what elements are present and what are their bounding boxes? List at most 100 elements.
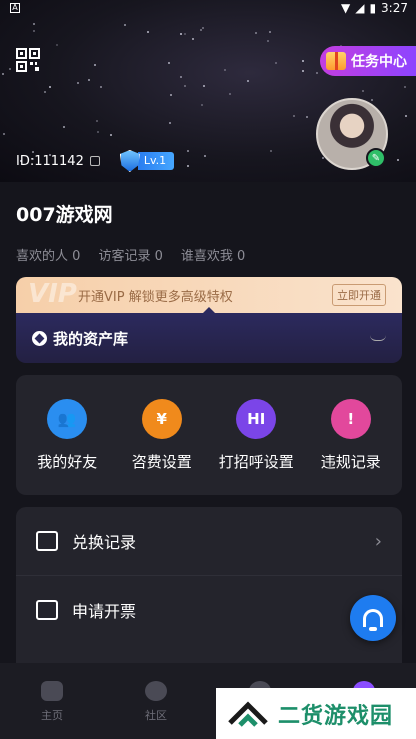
- star-decoration: [267, 40, 269, 42]
- star-decoration: [405, 115, 407, 117]
- vip-promo-text: 开通VIP 解锁更多高级特权: [78, 289, 233, 305]
- level-badge[interactable]: Lv.1: [119, 150, 175, 172]
- vip-open-button[interactable]: 立即开通: [332, 284, 386, 306]
- stat-liked-me[interactable]: 谁喜欢我 0: [181, 245, 245, 264]
- star-decoration: [269, 31, 271, 33]
- wifi-icon: ▼: [340, 1, 351, 15]
- list-item-label: 申请开票: [72, 601, 137, 621]
- star-decoration: [187, 150, 189, 152]
- star-decoration: [404, 86, 406, 88]
- shield-icon: [119, 150, 140, 172]
- invoice-icon: [36, 599, 58, 620]
- list-item-invoice[interactable]: 申请开票: [16, 575, 402, 643]
- star-decoration: [201, 104, 203, 106]
- edit-avatar-icon[interactable]: ✎: [366, 148, 386, 168]
- star-decoration: [302, 60, 304, 62]
- home-icon: [41, 681, 63, 701]
- star-decoration: [316, 72, 318, 74]
- friends-icon: 👥: [47, 398, 88, 439]
- star-decoration: [56, 44, 58, 46]
- star-decoration: [88, 79, 90, 81]
- star-decoration: [293, 115, 295, 117]
- star-decoration: [184, 33, 186, 35]
- headset-icon: [363, 609, 383, 631]
- grid-item-friends[interactable]: 👥 我的好友: [22, 398, 112, 472]
- user-id: ID:111142: [16, 153, 84, 169]
- star-decoration: [397, 159, 399, 161]
- tab-label: 社区: [145, 709, 167, 722]
- clock: 3:27: [381, 1, 408, 15]
- star-decoration: [180, 33, 182, 35]
- star-decoration: [184, 85, 186, 87]
- star-decoration: [100, 86, 102, 88]
- star-decoration: [77, 82, 79, 84]
- star-decoration: [192, 38, 194, 40]
- star-decoration: [180, 76, 182, 78]
- greeting-icon: HI: [236, 398, 277, 439]
- signal-icon: ◢: [355, 1, 365, 15]
- grid-item-fee-settings[interactable]: ¥ 咨费设置: [117, 398, 207, 472]
- task-center-button[interactable]: 任务中心: [320, 46, 416, 76]
- star-decoration: [255, 32, 257, 34]
- star-decoration: [247, 80, 249, 82]
- planet-icon: [145, 681, 167, 701]
- star-decoration: [33, 30, 35, 32]
- list-item-label: 兑换记录: [72, 533, 137, 552]
- list-item-exchange-records[interactable]: 兑换记录 ›: [16, 507, 402, 575]
- star-decoration: [203, 85, 205, 87]
- level-label: Lv.1: [137, 152, 175, 170]
- violation-icon: !: [330, 398, 371, 439]
- stat-visitors[interactable]: 访客记录 0: [98, 245, 162, 264]
- star-decoration: [49, 86, 51, 88]
- star-decoration: [200, 29, 202, 31]
- star-decoration: [187, 165, 189, 167]
- profile-stats: 喜欢的人 0 访客记录 0 谁喜欢我 0: [16, 245, 245, 264]
- status-bar: A ▼ ◢ ▮ 3:27: [0, 0, 416, 16]
- exchange-icon: [36, 531, 58, 551]
- watermark-logo-icon: [228, 700, 268, 727]
- asset-library-label: 我的资产库: [53, 329, 129, 348]
- star-decoration: [204, 155, 206, 157]
- battery-icon: ▮: [369, 1, 377, 15]
- star-decoration: [44, 91, 46, 93]
- username: 007游戏网: [16, 204, 113, 226]
- star-decoration: [169, 122, 171, 124]
- qr-code-icon[interactable]: [16, 48, 40, 72]
- tab-home[interactable]: 主页: [0, 663, 104, 739]
- star-decoration: [302, 70, 304, 72]
- user-id-row: ID:111142 Lv.1: [16, 150, 175, 172]
- watermark-text: 二货游戏园: [278, 703, 394, 729]
- grid-item-label: 我的好友: [37, 452, 98, 471]
- star-decoration: [96, 120, 98, 122]
- copy-icon[interactable]: [89, 156, 100, 166]
- star-decoration: [270, 150, 272, 152]
- grid-item-greeting-settings[interactable]: HI 打招呼设置: [211, 398, 301, 472]
- gift-icon: [326, 52, 346, 70]
- settings-list: 兑换记录 › 申请开票: [16, 507, 402, 677]
- star-decoration: [97, 131, 99, 133]
- star-decoration: [168, 62, 170, 64]
- star-decoration: [275, 62, 277, 64]
- grid-item-label: 违规记录: [320, 452, 381, 471]
- star-decoration: [202, 27, 204, 29]
- star-decoration: [33, 23, 35, 25]
- notification-a-icon: A: [10, 3, 20, 13]
- star-decoration: [229, 93, 231, 95]
- customer-service-button[interactable]: [350, 595, 396, 641]
- asset-icon: [32, 330, 47, 346]
- asset-library-row[interactable]: 我的资产库: [16, 307, 402, 363]
- star-decoration: [9, 68, 11, 70]
- site-watermark: 二货游戏园: [216, 688, 416, 739]
- stat-liked[interactable]: 喜欢的人 0: [16, 245, 80, 264]
- star-decoration: [2, 73, 4, 75]
- star-decoration: [147, 31, 149, 33]
- tab-community[interactable]: 社区: [104, 663, 208, 739]
- star-decoration: [224, 69, 226, 71]
- grid-item-violations[interactable]: ! 违规记录: [306, 398, 396, 472]
- eye-closed-icon[interactable]: [370, 335, 386, 341]
- star-decoration: [63, 126, 65, 128]
- grid-item-label: 打招呼设置: [218, 452, 294, 471]
- tab-label: 主页: [41, 709, 63, 722]
- star-decoration: [110, 134, 112, 136]
- grid-item-label: 咨费设置: [131, 452, 192, 471]
